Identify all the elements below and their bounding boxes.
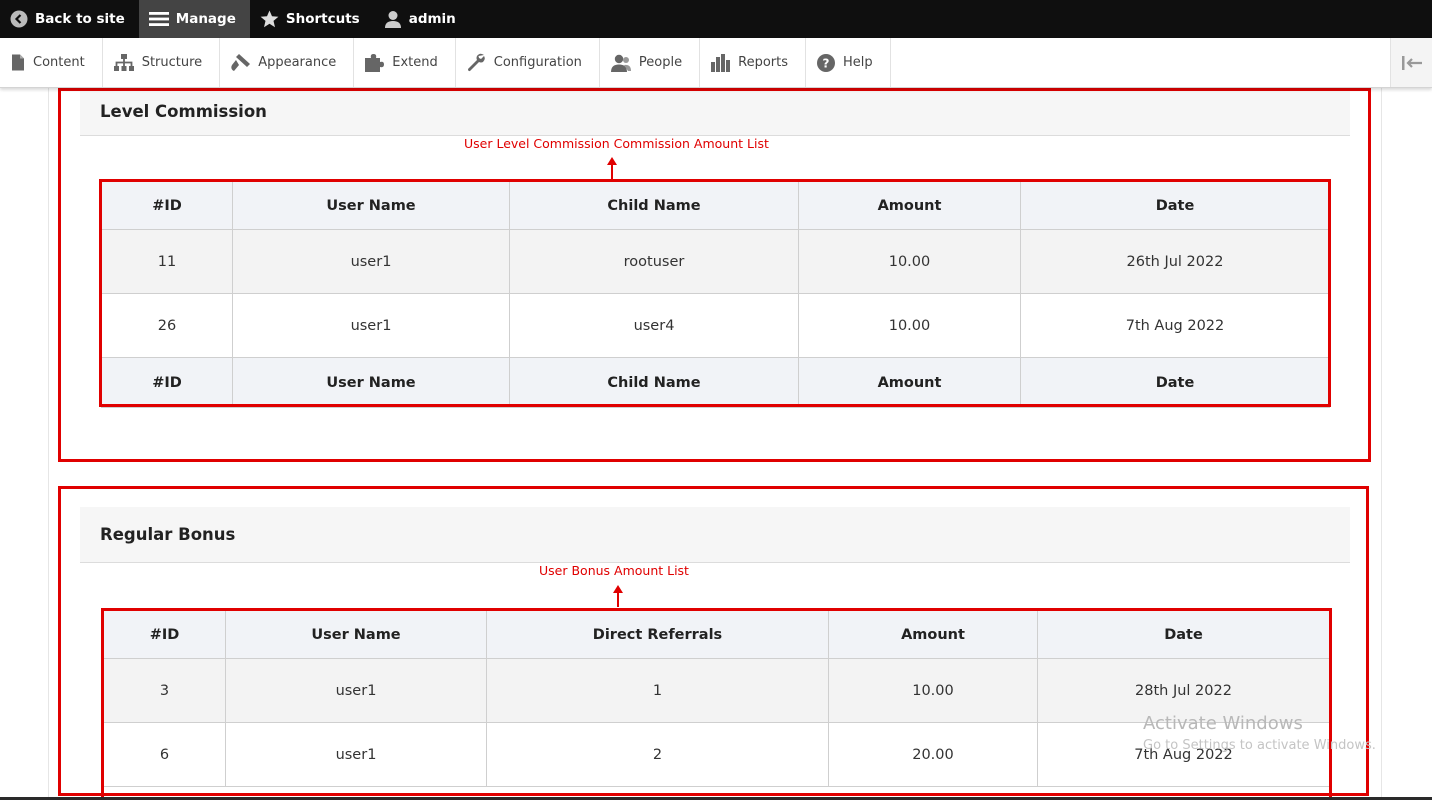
- file-icon: [12, 54, 24, 71]
- manage-label: Manage: [175, 11, 236, 27]
- col-id[interactable]: #ID: [103, 610, 226, 659]
- tray-label: Appearance: [258, 55, 337, 70]
- tray-item-content[interactable]: Content: [0, 38, 103, 87]
- col-date[interactable]: Date: [1020, 181, 1330, 230]
- cell-user-name: user1: [225, 722, 487, 787]
- col-amount[interactable]: Amount: [828, 610, 1038, 659]
- puzzle-icon: [365, 53, 385, 72]
- back-to-site-link[interactable]: Back to site: [0, 0, 139, 38]
- people-icon: [610, 54, 631, 72]
- col-child-name: Child Name: [509, 357, 799, 408]
- cell-id: 26: [101, 293, 233, 358]
- col-date[interactable]: Date: [1037, 610, 1330, 659]
- bar-chart-icon: [711, 53, 731, 72]
- col-direct-referrals[interactable]: Direct Referrals: [486, 610, 829, 659]
- cell-amount: 10.00: [798, 229, 1021, 294]
- user-label: admin: [408, 11, 456, 27]
- back-to-site-label: Back to site: [35, 11, 125, 27]
- cell-user-name: user1: [232, 229, 510, 294]
- sitemap-icon: [113, 53, 134, 71]
- table-header-row: #ID User Name Direct Referrals Amount Da…: [103, 610, 1330, 659]
- regular-bonus-title: Regular Bonus: [80, 507, 1350, 563]
- collapse-left-icon: [1401, 55, 1422, 70]
- brush-icon: [231, 53, 251, 71]
- level-commission-title: Level Commission: [80, 88, 1350, 136]
- activate-windows-hint: Go to Settings to activate Windows.: [1143, 738, 1376, 753]
- svg-text:?: ?: [823, 56, 830, 70]
- tray-label: People: [638, 55, 683, 70]
- cell-amount: 10.00: [798, 293, 1021, 358]
- tray-orientation-toggle[interactable]: [1390, 38, 1432, 87]
- col-child-name[interactable]: Child Name: [509, 181, 799, 230]
- admin-tray: Content Structure Appearance Extend Conf…: [0, 38, 1432, 88]
- hamburger-icon: [148, 12, 169, 26]
- tray-item-structure[interactable]: Structure: [103, 38, 221, 87]
- tray-item-appearance[interactable]: Appearance: [220, 38, 355, 87]
- cell-child-name: rootuser: [509, 229, 799, 294]
- col-user-name[interactable]: User Name: [225, 610, 487, 659]
- col-date: Date: [1020, 357, 1330, 408]
- shortcuts-label: Shortcuts: [285, 11, 360, 27]
- regular-bonus-table: #ID User Name Direct Referrals Amount Da…: [103, 610, 1330, 787]
- tray-item-configuration[interactable]: Configuration: [456, 38, 600, 87]
- chevron-left-circle-icon: [10, 10, 28, 28]
- user-tab[interactable]: admin: [374, 0, 470, 38]
- tray-label: Extend: [392, 55, 438, 70]
- tray-label: Reports: [738, 55, 788, 70]
- help-icon: ?: [817, 53, 835, 72]
- shortcuts-tab[interactable]: Shortcuts: [250, 0, 374, 38]
- table-footer-row: #ID User Name Child Name Amount Date: [101, 357, 1330, 408]
- cell-amount: 20.00: [828, 722, 1038, 787]
- col-id[interactable]: #ID: [101, 181, 233, 230]
- level-commission-table: #ID User Name Child Name Amount Date 11 …: [101, 181, 1330, 408]
- table-row: 11 user1 rootuser 10.00 26th Jul 2022: [101, 229, 1330, 294]
- table-header-row: #ID User Name Child Name Amount Date: [101, 181, 1330, 230]
- col-amount[interactable]: Amount: [798, 181, 1021, 230]
- cell-id: 11: [101, 229, 233, 294]
- col-user-name[interactable]: User Name: [232, 181, 510, 230]
- cell-user-name: user1: [232, 293, 510, 358]
- cell-date: 7th Aug 2022: [1020, 293, 1330, 358]
- col-amount: Amount: [798, 357, 1021, 408]
- admin-toolbar: Back to site Manage Shortcuts admin: [0, 0, 1432, 38]
- section-title: Level Commission: [100, 102, 267, 121]
- cell-child-name: user4: [509, 293, 799, 358]
- annotation-arrow: [613, 585, 623, 607]
- tray-label: Help: [843, 55, 873, 70]
- activate-windows-watermark: Activate Windows: [1143, 713, 1303, 734]
- cell-user-name: user1: [225, 658, 487, 723]
- table-row: 26 user1 user4 10.00 7th Aug 2022: [101, 293, 1330, 358]
- manage-tab[interactable]: Manage: [138, 0, 250, 38]
- tray-label: Structure: [141, 55, 203, 70]
- star-icon: [260, 10, 279, 28]
- regular-bonus-annotation: User Bonus Amount List: [539, 563, 689, 578]
- user-icon: [384, 10, 401, 28]
- tray-item-people[interactable]: People: [600, 38, 701, 87]
- cell-direct-referrals: 1: [486, 658, 829, 723]
- tray-item-help[interactable]: ? Help: [806, 38, 891, 87]
- col-id: #ID: [101, 357, 233, 408]
- tray-item-extend[interactable]: Extend: [354, 38, 456, 87]
- col-user-name: User Name: [232, 357, 510, 408]
- cell-amount: 10.00: [828, 658, 1038, 723]
- cell-id: 6: [103, 722, 226, 787]
- cell-date: 26th Jul 2022: [1020, 229, 1330, 294]
- cell-id: 3: [103, 658, 226, 723]
- tray-item-reports[interactable]: Reports: [700, 38, 806, 87]
- tray-label: Configuration: [493, 55, 582, 70]
- level-commission-annotation: User Level Commission Commission Amount …: [464, 136, 769, 151]
- section-title: Regular Bonus: [100, 525, 236, 544]
- wrench-icon: [467, 53, 485, 72]
- tray-label: Content: [33, 55, 85, 70]
- annotation-arrow: [607, 157, 617, 179]
- cell-direct-referrals: 2: [486, 722, 829, 787]
